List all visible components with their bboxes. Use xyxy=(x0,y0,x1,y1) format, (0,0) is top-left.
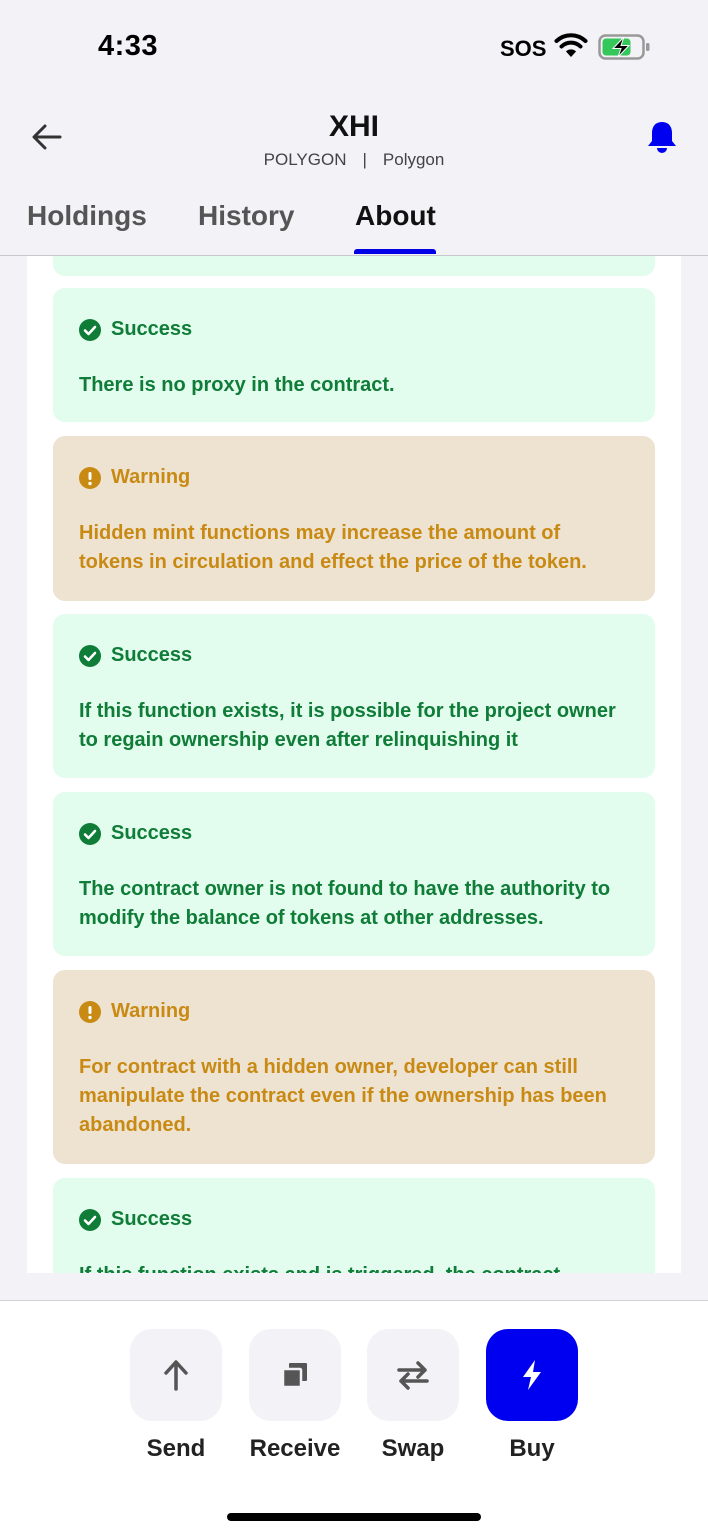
swap-icon xyxy=(397,1361,429,1390)
send-button[interactable]: Send xyxy=(130,1329,222,1463)
check-status-label: Success xyxy=(111,1208,193,1230)
check-card: Success The contract owner is not found … xyxy=(53,792,655,956)
check-status: Success xyxy=(79,822,629,845)
sos-indicator: SOS xyxy=(500,36,547,61)
copy-icon xyxy=(281,1363,307,1389)
check-status: Success xyxy=(79,318,629,341)
security-checks-list[interactable]: Success There is no proxy in the contrac… xyxy=(27,256,681,1273)
battery-charging-icon xyxy=(598,34,650,60)
check-card: Warning For contract with a hidden owner… xyxy=(53,970,655,1164)
status-bar: 4:33 SOS xyxy=(0,0,708,100)
exclamation-circle-icon xyxy=(79,466,101,489)
exclamation-circle-icon xyxy=(79,1000,101,1023)
tab-bar: Holdings History About xyxy=(0,198,708,256)
check-status: Success xyxy=(79,1208,629,1231)
check-status-label: Success xyxy=(111,822,193,844)
token-subtitle: POLYGON | Polygon xyxy=(0,150,708,170)
check-description: There is no proxy in the contract. xyxy=(79,374,395,396)
chain-label: Polygon xyxy=(382,150,445,169)
swap-button[interactable]: Swap xyxy=(367,1329,459,1463)
token-header: XHI POLYGON | Polygon xyxy=(0,100,708,200)
receive-button-tile[interactable] xyxy=(249,1329,341,1421)
active-tab-indicator xyxy=(354,249,436,254)
check-status-label: Warning xyxy=(111,1000,191,1022)
check-card: Success There is no proxy in the contrac… xyxy=(53,288,655,422)
token-title: XHI xyxy=(328,110,379,143)
check-circle-icon xyxy=(79,644,101,667)
check-description: The contract owner is not found to have … xyxy=(79,878,611,929)
check-card: Success If this function exists and is t… xyxy=(53,1178,655,1273)
arrow-up-icon xyxy=(164,1360,188,1391)
tab-holdings[interactable]: Holdings xyxy=(27,200,147,232)
status-time: 4:33 xyxy=(98,30,159,62)
check-card: Success If this function exists, it is p… xyxy=(53,614,655,778)
check-status: Success xyxy=(79,644,629,667)
network-label: POLYGON xyxy=(263,150,347,169)
check-status-label: Success xyxy=(111,644,193,666)
check-circle-icon xyxy=(79,822,101,845)
check-description: For contract with a hidden owner, develo… xyxy=(79,1056,607,1136)
check-circle-icon xyxy=(79,318,101,341)
check-circle-icon xyxy=(79,1208,101,1231)
action-bar: Send Receive Swap Buy xyxy=(0,1300,708,1536)
check-card-partial-top xyxy=(53,256,655,276)
send-button-tile[interactable] xyxy=(130,1329,222,1421)
check-status-label: Warning xyxy=(111,466,191,488)
buy-button[interactable]: Buy xyxy=(486,1329,578,1463)
check-description: If this function exists, it is possible … xyxy=(79,700,616,751)
bell-icon[interactable] xyxy=(646,120,678,154)
receive-label: Receive xyxy=(249,1435,341,1462)
check-status-label: Success xyxy=(111,318,193,340)
home-indicator[interactable] xyxy=(227,1513,481,1521)
wifi-icon xyxy=(554,33,588,57)
buy-button-tile[interactable] xyxy=(486,1329,578,1421)
lightning-icon xyxy=(523,1360,541,1390)
tab-history[interactable]: History xyxy=(198,200,294,232)
check-description: If this function exists and is triggered… xyxy=(79,1261,629,1273)
check-status: Warning xyxy=(79,1000,629,1023)
check-status: Warning xyxy=(79,466,629,489)
check-description: Hidden mint functions may increase the a… xyxy=(79,522,587,573)
receive-button[interactable]: Receive xyxy=(249,1329,341,1463)
tab-about[interactable]: About xyxy=(355,200,436,232)
buy-label: Buy xyxy=(509,1435,555,1462)
swap-button-tile[interactable] xyxy=(367,1329,459,1421)
swap-label: Swap xyxy=(381,1435,445,1462)
send-label: Send xyxy=(146,1435,206,1462)
check-card: Warning Hidden mint functions may increa… xyxy=(53,436,655,601)
subtitle-separator: | xyxy=(362,150,367,169)
